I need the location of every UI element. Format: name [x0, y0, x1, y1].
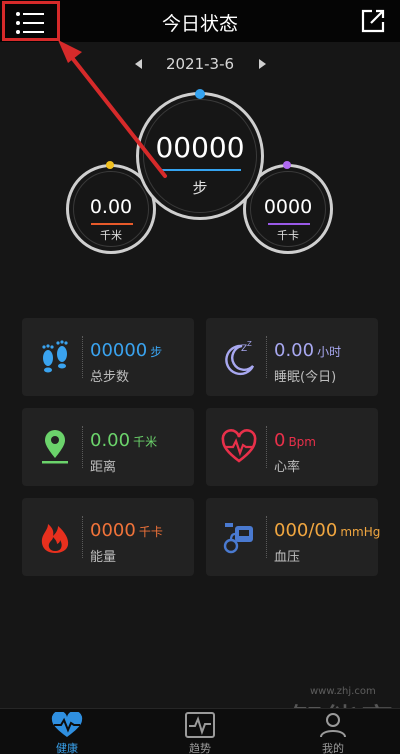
sleep-card-value: 0.00 小时: [274, 340, 341, 361]
flame-icon: [41, 524, 69, 553]
location-pin-icon: [42, 430, 68, 464]
card-separator: [82, 426, 83, 468]
heart-pulse-icon: [221, 429, 257, 463]
energy-card[interactable]: 0000 千卡 能量: [22, 498, 194, 576]
distance-gauge-bar: [91, 223, 133, 225]
card-separator: [82, 516, 83, 558]
annotation-arrow: [58, 40, 167, 178]
nav-label-health: 健康: [56, 742, 78, 754]
card-separator: [266, 426, 267, 468]
user-icon: [320, 713, 346, 738]
distance-card-value: 0.00 千米: [90, 430, 157, 451]
sleep-card[interactable]: Z Z 0.00 小时 睡眠(今日): [206, 318, 378, 396]
card-separator: [82, 336, 83, 378]
distance-unit: 千米: [133, 435, 158, 449]
steps-card-label: 总步数: [90, 370, 130, 385]
steps-unit: 步: [150, 345, 163, 359]
pressure-card-value: 000/00 mmHg: [274, 520, 380, 541]
distance-gauge-unit: 千米: [100, 229, 122, 242]
moon-sleep-icon: Z Z: [225, 340, 255, 376]
steps-card[interactable]: 00000 步 总步数: [22, 318, 194, 396]
steps-value: 00000: [90, 340, 148, 361]
nav-item-mine[interactable]: 我的: [298, 709, 368, 754]
nav-item-health[interactable]: 健康: [32, 709, 102, 754]
sleep-value: 0.00: [274, 340, 315, 361]
nav-item-trend[interactable]: 趋势: [165, 709, 235, 754]
heart-card-value: 0 Bpm: [274, 430, 316, 451]
distance-card[interactable]: 0.00 千米 距离: [22, 408, 194, 486]
heart-value: 0: [274, 430, 286, 451]
energy-card-label: 能量: [90, 550, 117, 565]
calories-gauge-bar: [268, 223, 310, 225]
blood-pressure-card[interactable]: 000/00 mmHg 血压: [206, 498, 380, 576]
nav-label-trend: 趋势: [189, 742, 211, 754]
distance-card-label: 距离: [90, 460, 117, 475]
distance-value: 0.00: [90, 430, 131, 451]
card-separator: [266, 516, 267, 558]
pressure-value: 000/00: [274, 520, 338, 541]
blood-pressure-icon: [223, 523, 253, 554]
sleep-unit: 小时: [317, 345, 342, 359]
trend-chart-icon: [185, 712, 215, 738]
heart-rate-card[interactable]: 0 Bpm 心率: [206, 408, 378, 486]
heart-unit: Bpm: [288, 435, 316, 449]
nav-label-mine: 我的: [322, 742, 344, 754]
pressure-unit: mmHg: [340, 525, 381, 539]
card-separator: [266, 336, 267, 378]
steps-card-value: 00000 步: [90, 340, 162, 361]
energy-value: 0000: [90, 520, 136, 541]
calories-gauge-unit: 千卡: [277, 229, 299, 242]
heart-card-label: 心率: [274, 460, 301, 475]
energy-unit: 千卡: [138, 525, 163, 539]
bottom-nav: 健康 趋势 我的: [0, 708, 400, 754]
footprints-icon: [42, 340, 68, 373]
energy-card-value: 0000 千卡: [90, 520, 163, 541]
svg-text:Z: Z: [247, 340, 252, 348]
sleep-card-label: 睡眠(今日): [274, 370, 337, 385]
heart-pulse-icon: [51, 712, 83, 737]
pressure-card-label: 血压: [274, 550, 301, 565]
